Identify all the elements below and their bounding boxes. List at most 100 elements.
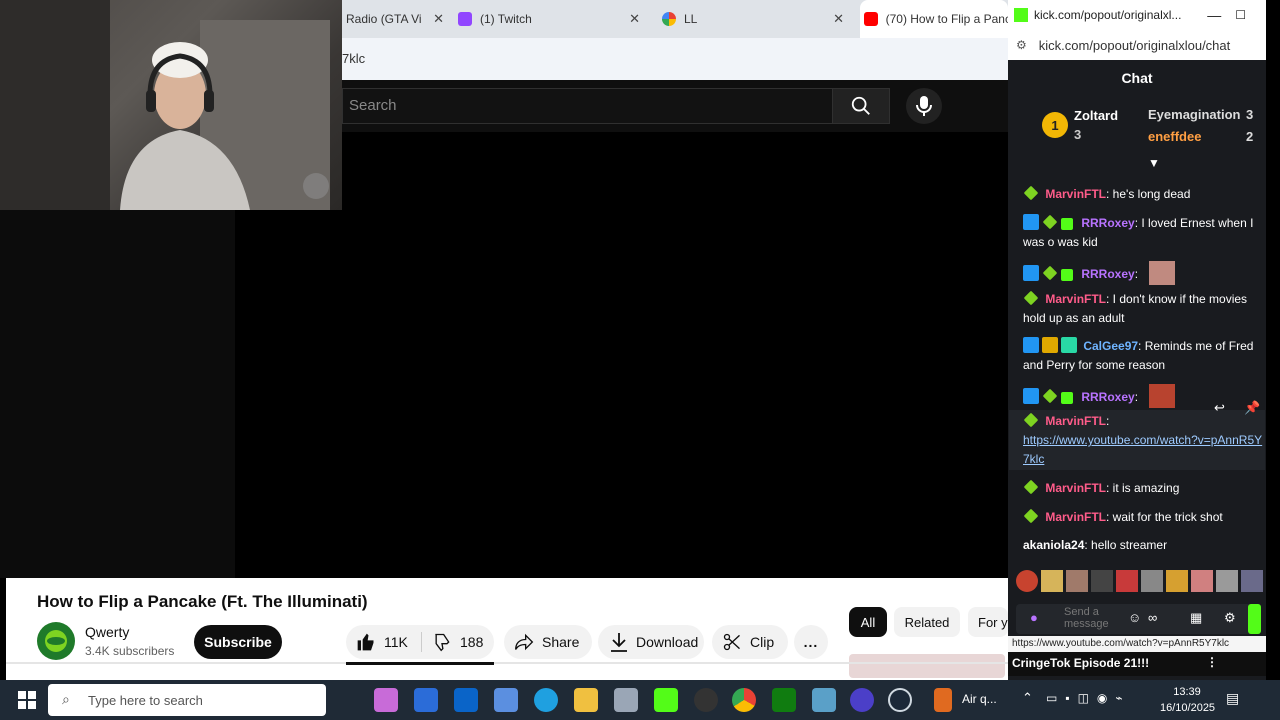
verified-badge-icon <box>1023 185 1039 201</box>
chat-username[interactable]: MarvinFTL <box>1045 292 1106 306</box>
microphone-icon <box>916 96 932 116</box>
copilot-icon[interactable] <box>374 688 398 712</box>
share-label: Share <box>542 634 580 650</box>
microphone-icon[interactable]: ● <box>1030 610 1038 625</box>
notifications-icon[interactable]: ▤ <box>1226 690 1239 707</box>
weather-status[interactable]: Air q... <box>962 692 997 706</box>
tab-radio[interactable]: Radio (GTA Vi ✕ <box>342 0 454 38</box>
leaderboard-name[interactable]: Eyemagination <box>1148 107 1240 122</box>
chat-username[interactable]: MarvinFTL <box>1045 481 1106 495</box>
chat-username[interactable]: RRRoxey <box>1081 216 1134 230</box>
more-vert-icon[interactable]: ⋮ <box>1206 655 1218 669</box>
emote-icon[interactable] <box>1016 570 1038 592</box>
like-progress-bar <box>346 662 494 665</box>
search-button[interactable] <box>832 88 890 124</box>
chat-text: : I loved Ernest when I was o was kid <box>1023 216 1254 249</box>
maximize-icon[interactable]: ☐ <box>1235 8 1246 22</box>
xbox-icon[interactable] <box>772 688 796 712</box>
moderator-badge-icon <box>1023 265 1039 281</box>
app-icon[interactable] <box>494 688 518 712</box>
close-icon[interactable]: ✕ <box>629 11 640 27</box>
file-explorer-icon[interactable] <box>574 688 598 712</box>
leaderboard-name[interactable]: Zoltard <box>1074 108 1118 123</box>
search-input[interactable]: Search <box>342 88 832 124</box>
close-icon[interactable]: ✕ <box>433 11 444 27</box>
emote-icon[interactable] <box>1216 570 1238 592</box>
emote-icon[interactable] <box>1116 570 1138 592</box>
like-dislike-group: 11K 188 <box>346 625 494 659</box>
download-button[interactable]: Download <box>598 625 704 659</box>
leaderboard-name[interactable]: eneffdee <box>1148 129 1201 144</box>
kick-app-icon[interactable] <box>654 688 678 712</box>
tab-ll[interactable]: LL ✕ <box>658 0 854 38</box>
channel-name[interactable]: Qwerty <box>85 624 129 640</box>
like-button[interactable]: 11K <box>346 632 422 652</box>
dislike-count: 188 <box>460 634 484 650</box>
chat-link[interactable]: https://www.youtube.com/watch?v=pAnnR5Y7… <box>1023 433 1262 466</box>
emote-icon[interactable] <box>1091 570 1113 592</box>
photos-icon[interactable] <box>614 688 638 712</box>
emote-icon[interactable] <box>1191 570 1213 592</box>
chat-username[interactable]: RRRoxey <box>1081 390 1134 404</box>
clip-button[interactable]: Clip <box>712 625 788 659</box>
windows-start-icon[interactable] <box>18 691 36 709</box>
edge-icon[interactable] <box>534 688 558 712</box>
site-settings-icon[interactable]: ⚙ <box>1016 38 1027 52</box>
address-bar[interactable]: 7klc <box>342 38 1008 80</box>
emote-icon[interactable] <box>1166 570 1188 592</box>
emote-icon[interactable] <box>1141 570 1163 592</box>
chat-username[interactable]: akaniola24 <box>1023 538 1084 552</box>
minimize-icon[interactable]: — <box>1207 7 1221 23</box>
chat-message-input[interactable]: Send a message <box>1064 606 1120 630</box>
dislike-button[interactable]: 188 <box>422 632 483 652</box>
system-tray-icons[interactable]: ▭▪◫◉⌁ <box>1046 691 1131 705</box>
chat-username[interactable]: RRRoxey <box>1081 267 1134 281</box>
recommended-thumbnail[interactable] <box>849 654 1005 678</box>
share-button[interactable]: Share <box>504 625 592 659</box>
video-player[interactable] <box>235 132 1008 578</box>
app-icon[interactable] <box>812 688 836 712</box>
tab-twitch[interactable]: (1) Twitch ✕ <box>454 0 650 38</box>
chat-popout-window: kick.com/popout/originalxl... — ☐ ⚙ kick… <box>1008 0 1266 680</box>
emote-icon[interactable] <box>1066 570 1088 592</box>
send-chat-button[interactable] <box>1248 604 1261 634</box>
users-icon[interactable]: ∞ <box>1148 610 1157 625</box>
settings-icon[interactable]: ⚙ <box>1224 610 1236 626</box>
chip-related[interactable]: Related <box>894 607 960 637</box>
chat-username[interactable]: CalGee97 <box>1083 339 1138 353</box>
more-actions-button[interactable]: ... <box>794 625 828 659</box>
chip-for-you[interactable]: For y <box>968 607 1008 637</box>
recommended-video-title[interactable]: CringeTok Episode 21!!! ⋮ <box>1008 652 1266 676</box>
store-app-icon[interactable] <box>414 688 438 712</box>
steam-icon[interactable] <box>888 688 912 712</box>
emote-image <box>1149 261 1176 285</box>
thumbs-up-icon <box>357 633 374 651</box>
emoji-icon[interactable]: ☺ <box>1128 610 1141 625</box>
cortana-icon[interactable] <box>850 688 874 712</box>
tab-youtube-active[interactable]: (70) How to Flip a Panca <box>860 0 1008 38</box>
taskbar-search-input[interactable]: ⌕ Type here to search <box>48 684 326 716</box>
expand-leaderboard-icon[interactable]: ▼ <box>1148 156 1160 170</box>
store-icon[interactable]: ▦ <box>1190 610 1202 626</box>
outlook-icon[interactable] <box>454 688 478 712</box>
close-icon[interactable]: ✕ <box>833 11 844 27</box>
chrome-icon[interactable] <box>732 688 756 712</box>
leaderboard-count: 3 <box>1074 127 1082 142</box>
video-info-panel: How to Flip a Pancake (Ft. The Illuminat… <box>6 578 1008 680</box>
chat-username[interactable]: MarvinFTL <box>1045 414 1106 428</box>
chat-message: RRRoxey: <box>1023 261 1263 285</box>
chat-username[interactable]: MarvinFTL <box>1045 187 1106 201</box>
chip-all[interactable]: All <box>849 607 887 637</box>
chat-url-bar[interactable]: ⚙ kick.com/popout/originalxlou/chat <box>1008 30 1266 60</box>
subscribe-button[interactable]: Subscribe <box>194 625 282 659</box>
voice-search-button[interactable] <box>906 88 942 124</box>
chat-message: RRRoxey: I loved Ernest when I was o was… <box>1023 214 1263 252</box>
chat-username[interactable]: MarvinFTL <box>1045 510 1106 524</box>
emote-icon[interactable] <box>1241 570 1263 592</box>
channel-avatar[interactable] <box>37 622 75 660</box>
clock[interactable]: 13:39 16/10/2025 <box>1160 684 1215 716</box>
emote-icon[interactable] <box>1041 570 1063 592</box>
chevron-up-icon[interactable]: ⌃ <box>1022 690 1033 706</box>
channel-subscriber-count: 3.4K subscribers <box>85 644 175 658</box>
obs-icon[interactable] <box>694 688 718 712</box>
